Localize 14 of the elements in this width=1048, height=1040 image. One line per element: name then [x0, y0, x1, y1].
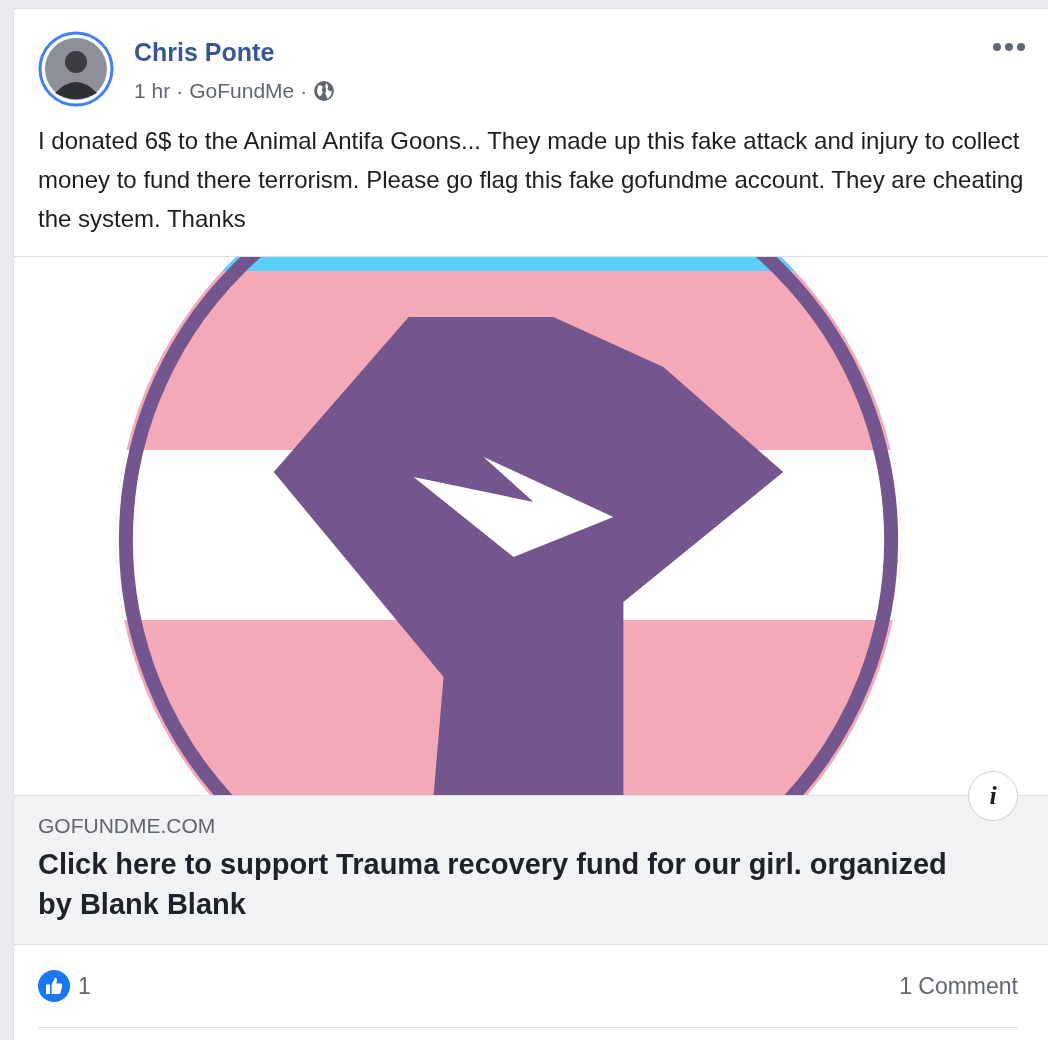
link-title[interactable]: Click here to support Trauma recovery fund for our girl. organized by Blank Blank: [38, 844, 958, 924]
post-source[interactable]: GoFundMe: [189, 79, 295, 103]
more-icon[interactable]: [992, 41, 1026, 53]
avatar[interactable]: [38, 31, 114, 107]
globe-icon[interactable]: [313, 80, 336, 102]
like-icon[interactable]: [38, 970, 70, 1002]
separator: ·: [176, 79, 184, 103]
author-link[interactable]: Chris Ponte: [134, 35, 336, 69]
comment-count[interactable]: 1 Comment: [899, 972, 1018, 1000]
like-count[interactable]: 1: [78, 972, 91, 1000]
post-time[interactable]: 1 hr: [134, 79, 171, 103]
link-domain: GOFUNDME.COM: [38, 814, 217, 838]
post-text: I donated 6$ to the Animal Antifa Goons... They made up this fake attack and injury to collect money to fund there terrorism. Please go flag this fake gofundme account. They are cheating the system. Thanks: [38, 126, 1024, 234]
separator: ·: [300, 79, 308, 103]
